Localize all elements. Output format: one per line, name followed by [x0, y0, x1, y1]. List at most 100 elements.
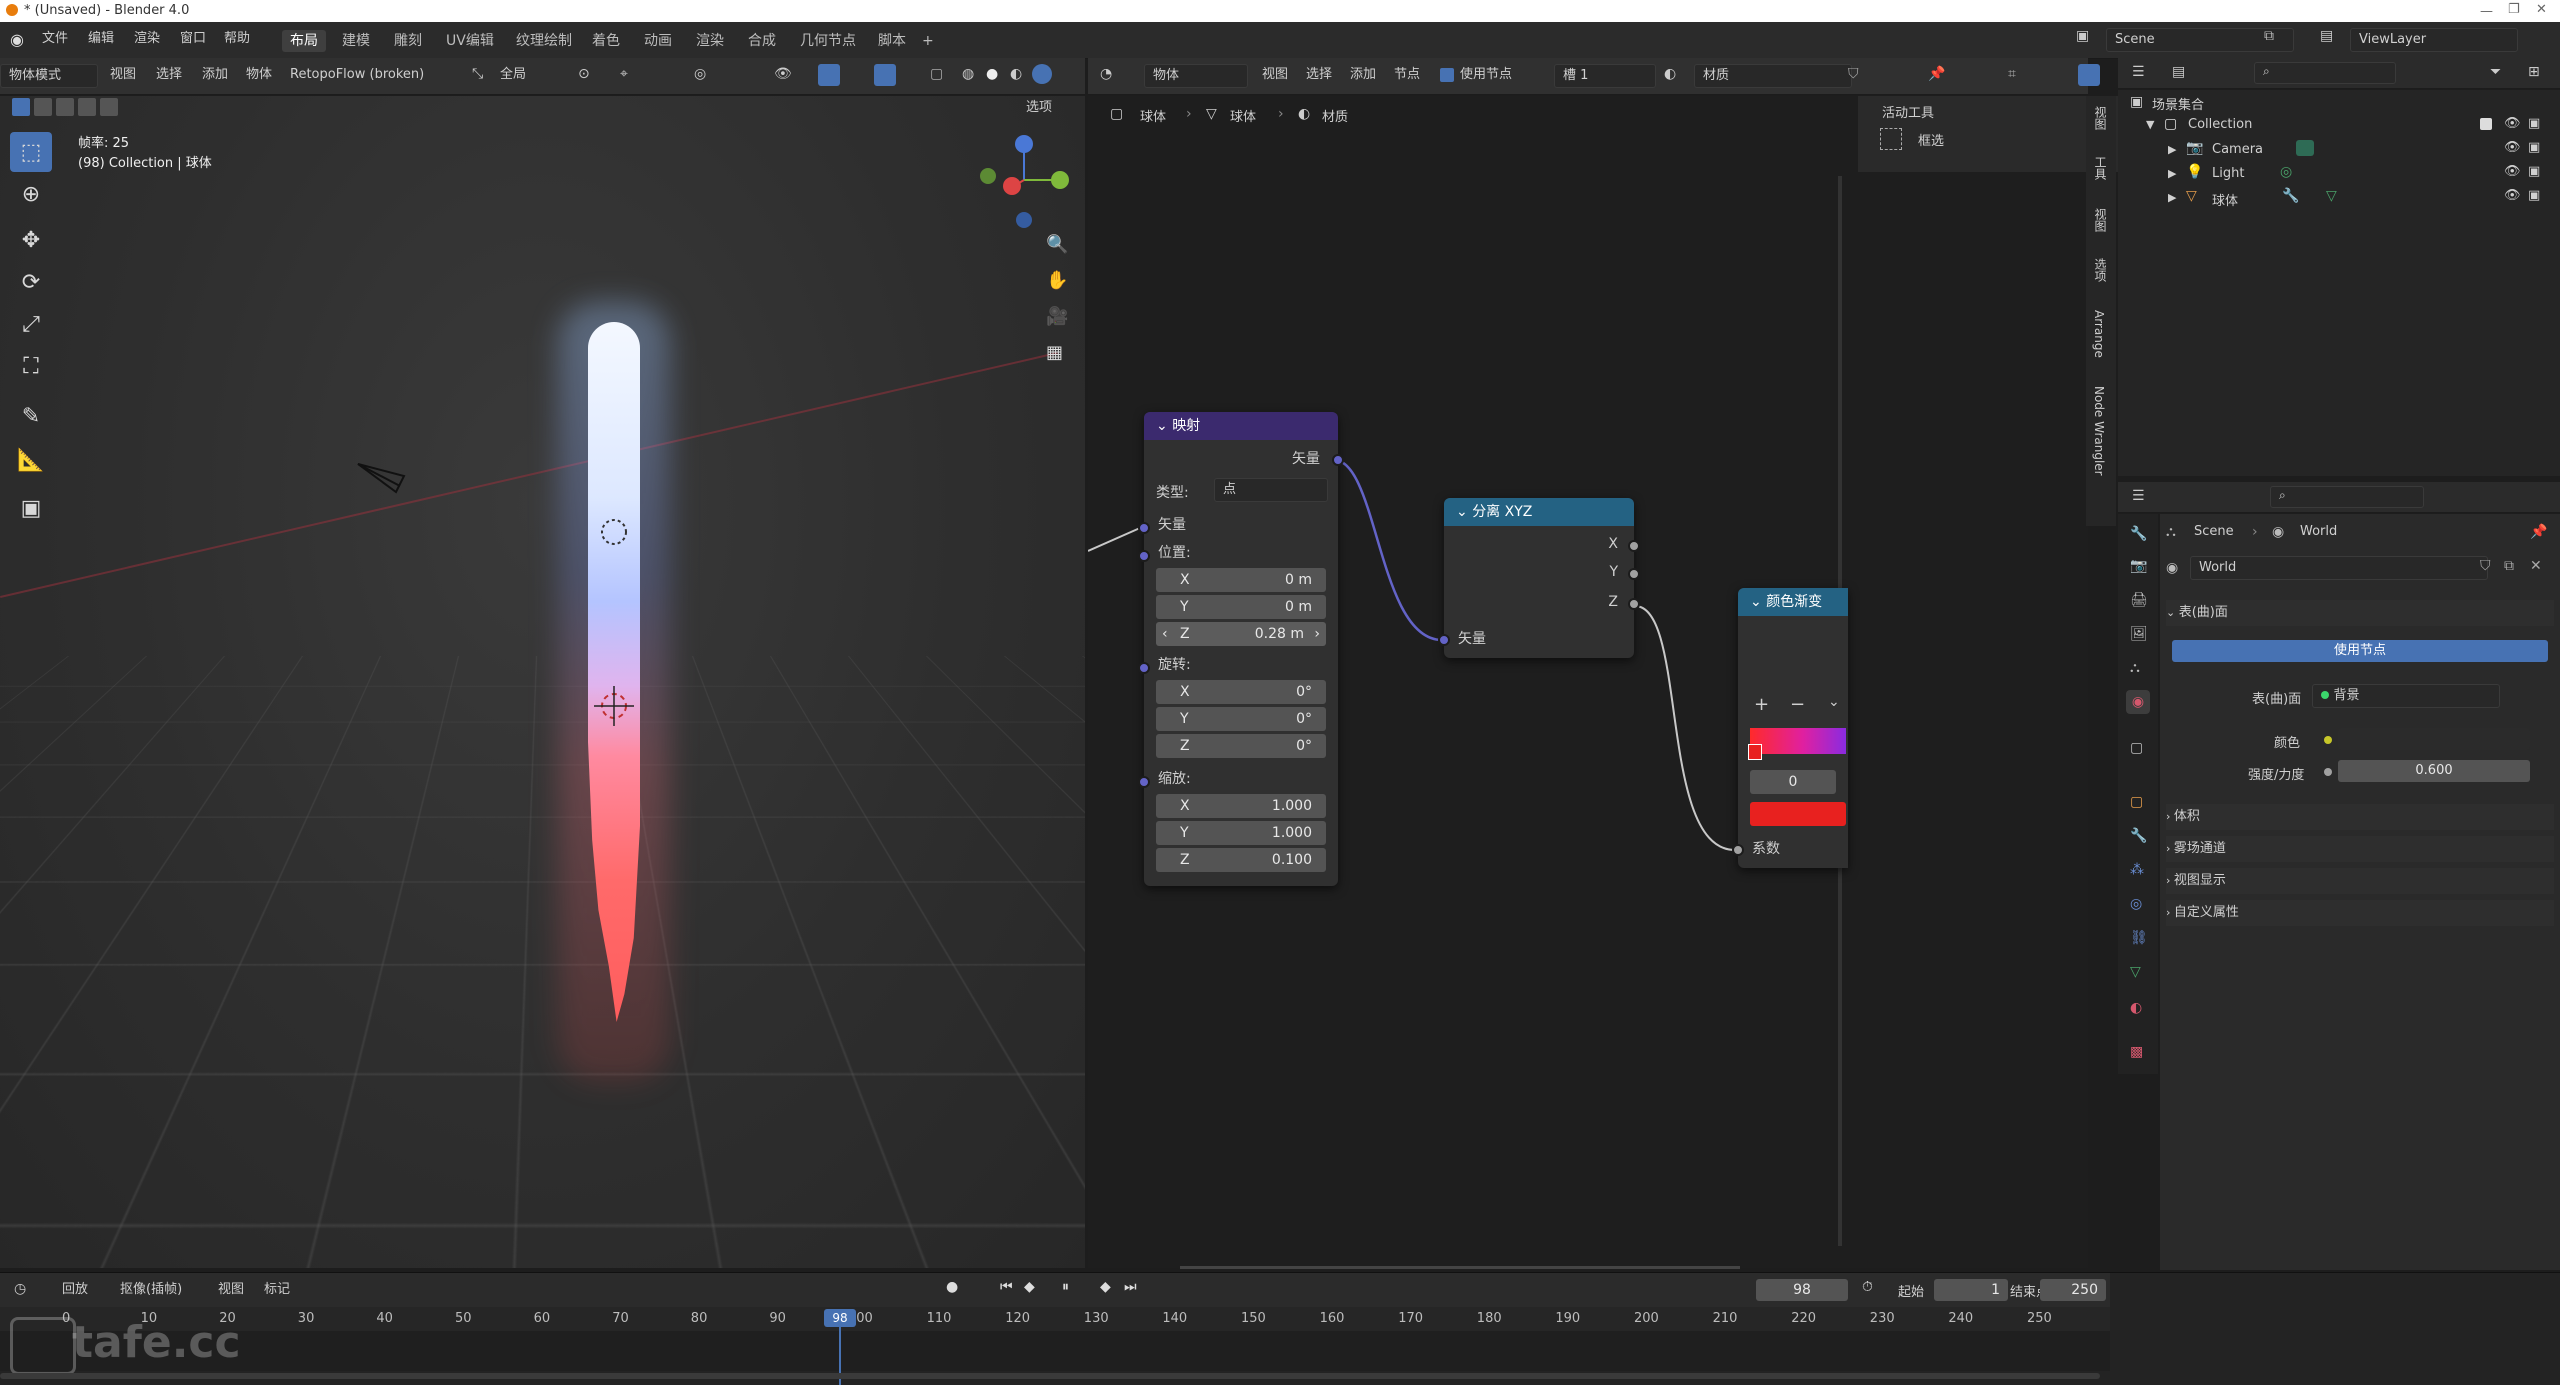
tab-compositing[interactable]: 合成 [740, 30, 784, 52]
modifier-tab-icon[interactable]: 🔧 [2130, 828, 2147, 844]
mapping-node-header[interactable]: ⌄ 映射 [1144, 412, 1338, 440]
color-ramp-header[interactable]: ⌄ 颜色渐变 [1738, 588, 1848, 616]
use-nodes-button[interactable]: 使用节点 [2172, 640, 2548, 662]
separate-x-socket[interactable] [1628, 540, 1640, 552]
properties-search-field[interactable]: ⌕ [2270, 486, 2424, 508]
expand-arrow-icon[interactable]: › [2166, 874, 2174, 887]
transform-orientation-icon[interactable]: ⤡ [472, 66, 483, 82]
camera-render-icon[interactable]: ▣ [2528, 140, 2540, 155]
snap-node-icon[interactable]: ⌗ [2008, 66, 2016, 82]
camera-data-icon[interactable] [2296, 140, 2314, 156]
outliner-editor-type-icon[interactable]: ☰ [2132, 64, 2145, 80]
timeline-menu-marker[interactable]: 标记 [264, 1279, 290, 1301]
timeline-playhead[interactable]: 98 [824, 1309, 856, 1327]
maximize-icon[interactable]: ❐ [2508, 2, 2520, 17]
location-z-field[interactable]: ‹ Z 0.28 m › [1156, 622, 1326, 646]
pan-view-icon[interactable]: ✋ [1046, 270, 1068, 291]
timeline-hscroll[interactable] [0, 1373, 2100, 1379]
annotate-tool-icon[interactable]: ✎ [10, 396, 52, 436]
decrement-arrow-icon[interactable]: ‹ [1162, 622, 1168, 646]
ramp-stop-color-swatch[interactable] [1750, 802, 1846, 826]
view-layer-selector[interactable]: ViewLayer [2350, 28, 2518, 52]
color-ramp-gradient[interactable] [1750, 728, 1846, 754]
viewport-menu-object[interactable]: 物体 [246, 64, 272, 86]
proportional-edit-icon[interactable]: ◎ [694, 66, 706, 82]
pin-icon[interactable]: 📌 [1928, 66, 1945, 82]
mapping-rotation-socket[interactable] [1138, 662, 1150, 674]
minimize-icon[interactable]: — [2480, 4, 2493, 19]
select-subtract-icon[interactable] [56, 98, 74, 116]
transform-space[interactable]: 全局 [500, 64, 526, 86]
add-workspace-icon[interactable]: + [914, 30, 942, 52]
view-layer-tab-icon[interactable]: 🖼 [2130, 626, 2148, 642]
select-mode-icons[interactable] [8, 96, 128, 118]
tab-texture-paint[interactable]: 纹理绘制 [508, 30, 580, 52]
camera-eye-icon[interactable]: 👁 [2504, 140, 2521, 155]
tab-view[interactable]: 视图 [2092, 106, 2109, 130]
mapping-location-socket[interactable] [1138, 550, 1150, 562]
3d-viewport[interactable]: 选项 帧率: 25 (98) Collection | 球体 ⬚ ⊕ ✥ ⟳ ⤢… [0, 96, 1085, 1268]
tab-node-wrangler[interactable]: Node Wrangler [2092, 386, 2106, 476]
render-tab-icon[interactable]: 📷 [2130, 558, 2147, 574]
node-menu-node[interactable]: 节点 [1394, 64, 1420, 86]
ramp-stop-marker-icon[interactable] [1748, 744, 1762, 760]
properties-editor-type-icon[interactable]: ☰ [2132, 488, 2145, 504]
timeline-menu-playback[interactable]: 回放 [62, 1279, 88, 1301]
expand-arrow-icon[interactable]: ▶ [2168, 143, 2176, 156]
tab-view-2[interactable]: 视图 [2092, 208, 2109, 232]
viewport-options-button[interactable]: 选项 [1026, 96, 1052, 115]
tab-scripting[interactable]: 脚本 [870, 30, 914, 52]
tab-tool[interactable]: 工具 [2092, 156, 2109, 180]
increment-arrow-icon[interactable]: › [1314, 622, 1320, 646]
tab-arrange[interactable]: Arrange [2092, 310, 2106, 358]
object-tab-icon[interactable]: ▢ [2130, 794, 2143, 810]
shading-rendered-icon[interactable] [1032, 64, 1052, 84]
new-scene-icon[interactable]: ⧉ [2264, 28, 2274, 44]
output-tab-icon[interactable]: 🖨 [2130, 592, 2148, 608]
camera-object[interactable] [356, 456, 416, 496]
timeline-editor[interactable]: ◷ 回放 抠像(插帧) 视图 标记 ● ⏮ ◆ ⏸ ◆ ⏭ 98 ⏱ 起始 1 … [0, 1272, 2560, 1385]
new-collection-icon[interactable]: ⊞ [2528, 64, 2540, 80]
transform-tool-icon[interactable]: ⛶ [10, 346, 52, 386]
start-frame-field[interactable]: 1 [1934, 1279, 2008, 1301]
use-nodes-checkbox[interactable] [1440, 68, 1454, 82]
snap-icon[interactable]: ⌖ [620, 66, 628, 82]
collapse-chevron-icon[interactable]: ⌄ [1456, 504, 1472, 520]
rotation-y-field[interactable]: Y 0° [1156, 707, 1326, 731]
outliner-item-light[interactable]: Light [2212, 166, 2244, 181]
tab-modeling[interactable]: 建模 [334, 30, 378, 52]
node-editor-hscroll[interactable] [1180, 1266, 1740, 1269]
move-tool-icon[interactable]: ✥ [10, 220, 52, 260]
blender-menu-icon[interactable]: ◉ [10, 30, 24, 49]
ramp-factor-socket[interactable] [1732, 844, 1744, 856]
zoom-view-icon[interactable]: 🔍 [1046, 234, 1068, 255]
fake-user-icon[interactable]: ⛉ [1848, 66, 1859, 82]
tab-animation[interactable]: 动画 [636, 30, 680, 52]
material-browse-icon[interactable]: ◐ [1664, 66, 1676, 82]
visibility-icon[interactable]: 👁 [774, 66, 792, 82]
color-value-field[interactable] [2338, 728, 2530, 750]
mapping-vector-output-socket[interactable] [1332, 454, 1344, 466]
viewport-display-panel-header[interactable]: › 视图显示 [2166, 868, 2554, 894]
add-stop-button[interactable]: + [1754, 694, 1769, 715]
material-name-field[interactable]: 材质 [1694, 64, 1852, 88]
filter-icon[interactable]: ⏷ [2490, 64, 2501, 80]
separate-vector-socket[interactable] [1438, 634, 1450, 646]
tab-options[interactable]: 选项 [2092, 258, 2109, 282]
outliner-search-field[interactable]: ⌕ [2254, 62, 2396, 84]
timeline-menu-keying[interactable]: 抠像(插帧) [120, 1279, 182, 1301]
location-y-field[interactable]: Y0 m [1156, 595, 1326, 619]
timeline-editor-type-icon[interactable]: ◷ [14, 1281, 26, 1297]
collection-checkbox-icon[interactable] [2480, 118, 2492, 130]
next-keyframe-icon[interactable]: ◆ [1100, 1279, 1111, 1295]
surface-panel-header[interactable]: ⌄ 表(曲)面 [2166, 600, 2554, 626]
viewport-menu-add[interactable]: 添加 [202, 64, 228, 86]
unlink-icon[interactable]: ✕ [2530, 558, 2542, 574]
jump-start-icon[interactable]: ⏮ [1000, 1279, 1013, 1295]
navigation-gizmo[interactable] [970, 130, 1080, 330]
light-data-icon[interactable]: ◎ [2280, 164, 2292, 180]
node-editor-canvas[interactable]: ▢ 球体 › ▽ 球体 › ◐ 材质 活动工具 框选 ⌄ 映射 矢量 类型: 点… [1088, 96, 2088, 1268]
shading-material-icon[interactable]: ◐ [1010, 66, 1022, 82]
jump-end-icon[interactable]: ⏭ [1124, 1279, 1137, 1295]
material-slot-selector[interactable]: 槽 1 [1554, 64, 1656, 88]
